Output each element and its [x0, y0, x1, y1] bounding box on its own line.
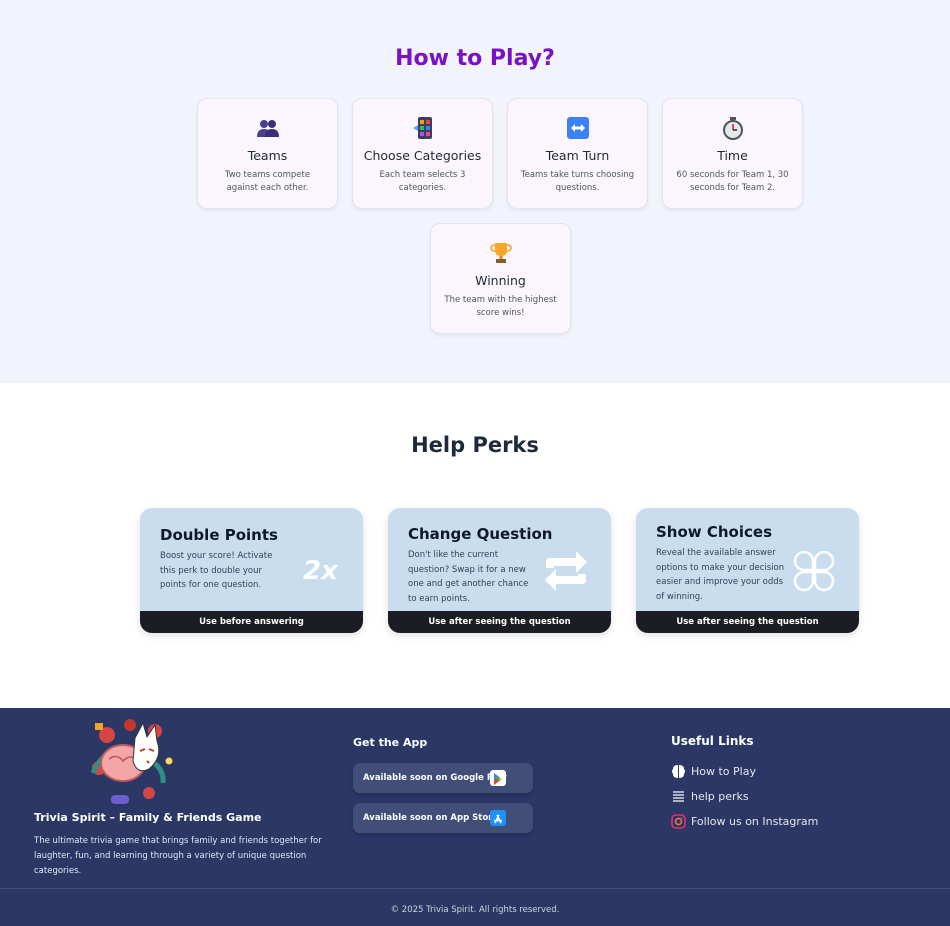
- perk-usage: Use before answering: [140, 611, 363, 633]
- perk-desc: Boost your score! Activate this perk to …: [160, 551, 273, 590]
- perk-desc: Don't like the current question? Swap it…: [408, 550, 529, 604]
- double-points-icon: 2x: [303, 556, 338, 586]
- link-help-perks[interactable]: help perks: [671, 789, 749, 804]
- card-title: Team Turn: [545, 148, 610, 163]
- swap-icon: [542, 548, 590, 598]
- card-teams: Teams Two teams compete against each oth…: [197, 98, 338, 209]
- trivia-spirit-logo: [85, 713, 180, 808]
- people-icon: [198, 116, 337, 140]
- footer-brand: Trivia Spirit – Family & Friends Game: [34, 811, 262, 824]
- card-desc: 60 seconds for Team 1, 30 seconds for Te…: [676, 170, 789, 193]
- help-perks-section: Help Perks Double Points Boost your scor…: [0, 383, 950, 708]
- copyright: © 2025 Trivia Spirit. All rights reserve…: [390, 905, 560, 915]
- card-title: Winning: [475, 273, 526, 288]
- link-label: How to Play: [691, 765, 756, 778]
- perk-title: Change Question: [408, 525, 553, 543]
- google-play-button[interactable]: Available soon on Google Play: [353, 763, 533, 793]
- list-icon: [671, 789, 686, 804]
- app-store-label: Available soon on App Store: [363, 813, 499, 823]
- brain-icon: [671, 764, 686, 779]
- stopwatch-icon: [663, 116, 802, 140]
- link-label: Follow us on Instagram: [691, 815, 819, 828]
- card-desc: Each team selects 3 categories.: [379, 170, 466, 193]
- help-perks-title: Help Perks: [411, 433, 539, 457]
- perk-title: Double Points: [160, 526, 278, 544]
- card-desc: Two teams compete against each other.: [224, 170, 311, 193]
- card-choose-categories: Choose Categories Each team selects 3 ca…: [352, 98, 493, 209]
- useful-links-title: Useful Links: [671, 734, 754, 748]
- app-store-button[interactable]: Available soon on App Store: [353, 803, 533, 833]
- card-desc: The team with the highest score wins!: [444, 295, 557, 318]
- google-play-icon: [490, 770, 506, 786]
- link-label: help perks: [691, 790, 749, 803]
- card-winning: Winning The team with the highest score …: [430, 223, 571, 334]
- trophy-icon: [431, 241, 570, 265]
- footer-blurb: The ultimate trivia game that brings fam…: [34, 836, 322, 876]
- card-title: Teams: [247, 148, 288, 163]
- card-team-turn: Team Turn Teams take turns choosing ques…: [507, 98, 648, 209]
- perk-show-choices[interactable]: Show Choices Reveal the available answer…: [636, 508, 859, 633]
- perk-title: Show Choices: [656, 523, 772, 541]
- app-store-icon: [490, 810, 506, 826]
- how-to-play-title: How to Play?: [395, 46, 555, 71]
- card-desc: Teams take turns choosing questions.: [520, 170, 635, 193]
- card-title: Choose Categories: [363, 148, 482, 163]
- perk-double-points[interactable]: Double Points Boost your score! Activate…: [140, 508, 363, 633]
- card-time: Time 60 seconds for Team 1, 30 seconds f…: [662, 98, 803, 209]
- footer: Trivia Spirit – Family & Friends Game Th…: [0, 708, 950, 926]
- google-play-label: Available soon on Google Play: [363, 773, 507, 783]
- instagram-icon: [671, 814, 686, 829]
- perk-usage: Use after seeing the question: [388, 611, 611, 633]
- left-right-arrow-icon: [508, 116, 647, 140]
- how-to-play-section: How to Play? Teams Two teams compete aga…: [0, 0, 950, 383]
- card-title: Time: [717, 148, 748, 163]
- perk-usage: Use after seeing the question: [636, 611, 859, 633]
- clover-icon: [792, 549, 836, 597]
- link-how-to-play[interactable]: How to Play: [671, 764, 756, 779]
- perk-change-question[interactable]: Change Question Don't like the current q…: [388, 508, 611, 633]
- perk-desc: Reveal the available answer options to m…: [656, 548, 785, 602]
- phone-grid-icon: [353, 116, 492, 140]
- footer-divider: [0, 888, 950, 889]
- link-instagram[interactable]: Follow us on Instagram: [671, 814, 818, 829]
- get-app-title: Get the App: [353, 736, 428, 749]
